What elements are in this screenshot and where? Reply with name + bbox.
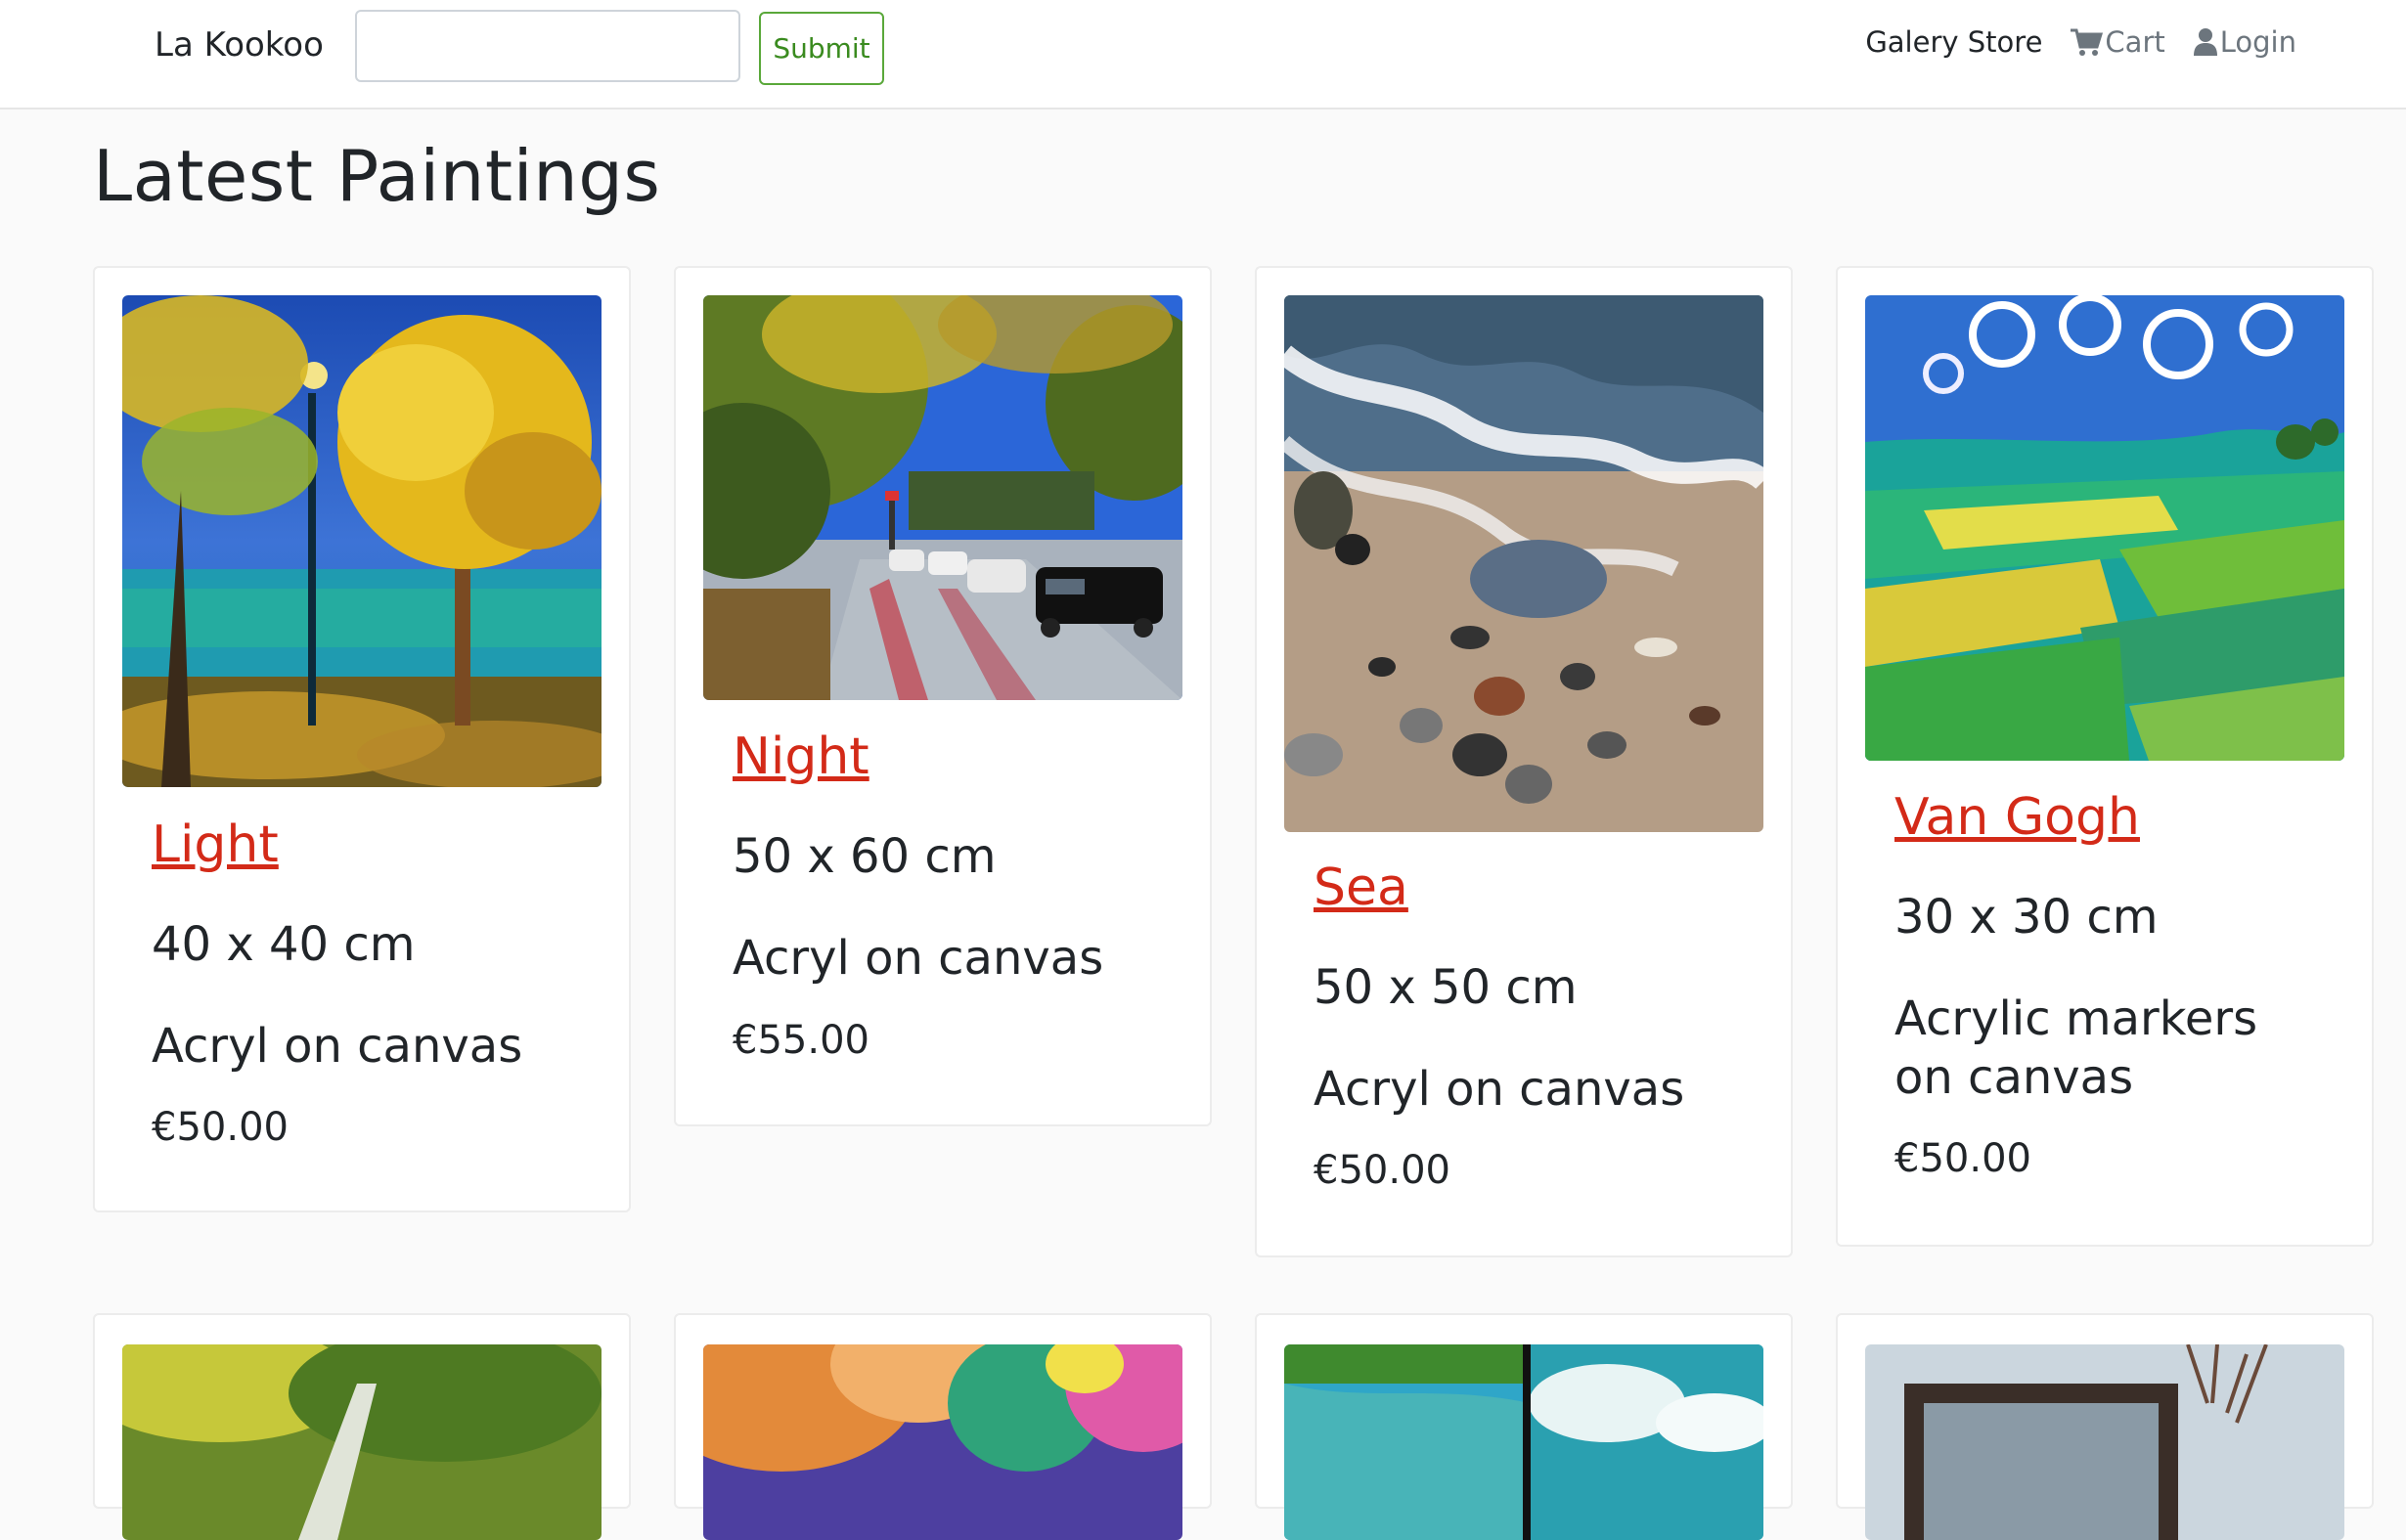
painting-card <box>93 1313 631 1540</box>
navbar: La Kookoo Submit Galery Store Cart Login <box>0 0 2406 110</box>
login-label: Login <box>2219 25 2296 59</box>
painting-image[interactable] <box>1284 1344 1763 1540</box>
painting-size: 40 x 40 cm <box>152 917 416 972</box>
painting-card: Sea 50 x 50 cm Acryl on canvas €50.00 <box>1255 266 1793 1257</box>
painting-medium: Acryl on canvas <box>152 1019 523 1074</box>
nav-links: Galery Store Cart Login <box>1838 25 2296 59</box>
brand-link[interactable]: La Kookoo <box>155 25 324 65</box>
painting-title-link[interactable]: Van Gogh <box>1894 788 2140 847</box>
painting-image[interactable] <box>703 1344 1182 1540</box>
painting-size: 50 x 50 cm <box>1314 960 1578 1015</box>
painting-card <box>1255 1313 1793 1540</box>
cart-label: Cart <box>2105 25 2165 59</box>
galery-store-link[interactable]: Galery Store <box>1865 25 2042 59</box>
painting-price: €50.00 <box>1314 1148 1450 1193</box>
login-link[interactable]: Login <box>2193 25 2296 59</box>
painting-medium: Acryl on canvas <box>733 931 1104 986</box>
painting-image[interactable] <box>1865 295 2344 761</box>
painting-title-link[interactable]: Light <box>152 815 279 874</box>
painting-medium: Acrylic markers on canvas <box>1894 991 2258 1105</box>
painting-card <box>674 1313 1212 1540</box>
search-input[interactable] <box>355 10 740 82</box>
painting-size: 50 x 60 cm <box>733 829 997 884</box>
painting-image[interactable] <box>1284 295 1763 832</box>
painting-image[interactable] <box>1865 1344 2344 1540</box>
user-icon <box>2193 28 2217 56</box>
page-title: Latest Paintings <box>93 135 661 217</box>
painting-card <box>1836 1313 2374 1540</box>
cart-icon <box>2071 28 2104 56</box>
painting-card: Light 40 x 40 cm Acryl on canvas €50.00 <box>93 266 631 1212</box>
cart-link[interactable]: Cart <box>2070 25 2165 59</box>
painting-size: 30 x 30 cm <box>1894 890 2159 945</box>
painting-medium: Acryl on canvas <box>1314 1062 1685 1117</box>
painting-title-link[interactable]: Sea <box>1314 858 1408 917</box>
submit-button[interactable]: Submit <box>759 12 884 85</box>
painting-card: Night 50 x 60 cm Acryl on canvas €55.00 <box>674 266 1212 1126</box>
painting-card: Van Gogh 30 x 30 cm Acrylic markers on c… <box>1836 266 2374 1247</box>
painting-image[interactable] <box>122 295 602 787</box>
painting-price: €50.00 <box>1894 1136 2031 1181</box>
painting-price: €50.00 <box>152 1105 289 1150</box>
painting-image[interactable] <box>122 1344 602 1540</box>
painting-image[interactable] <box>703 295 1182 700</box>
painting-price: €55.00 <box>733 1018 869 1063</box>
painting-title-link[interactable]: Night <box>733 727 869 786</box>
